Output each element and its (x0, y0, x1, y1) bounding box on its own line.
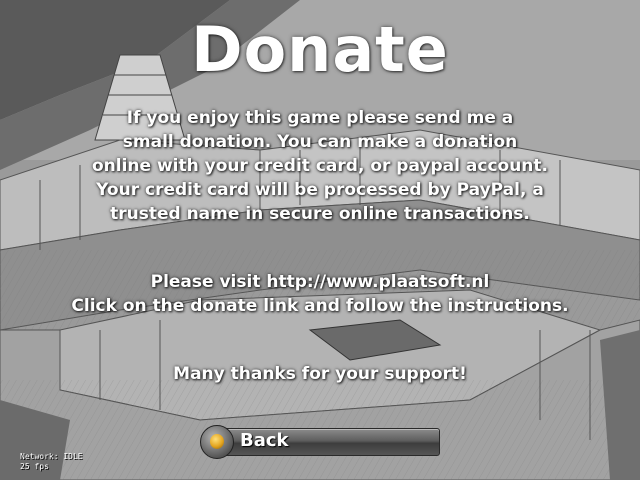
back-button[interactable]: Back (200, 425, 440, 459)
donation-intro-text: If you enjoy this game please send me a … (0, 106, 640, 226)
back-button-label[interactable]: Back (240, 429, 289, 453)
gold-orb-center (210, 434, 224, 449)
intro-line: Your credit card will be processed by Pa… (96, 180, 544, 200)
visit-instructions-text: Please visit http://www.plaatsoft.nl Cli… (0, 270, 640, 318)
fps-counter: 25 fps (20, 462, 49, 471)
thanks-line: Many thanks for your support! (173, 364, 467, 384)
visit-line: Please visit http://www.plaatsoft.nl (150, 272, 490, 292)
thanks-text: Many thanks for your support! (0, 362, 640, 386)
gold-orb-icon[interactable] (200, 425, 234, 459)
visit-line: Click on the donate link and follow the … (71, 296, 569, 316)
page-title: Donate (191, 13, 449, 86)
network-status: Network: IDLE (20, 452, 83, 461)
intro-line: small donation. You can make a donation (122, 132, 518, 152)
donate-screen: Donate If you enjoy this game please sen… (0, 0, 640, 480)
intro-line: online with your credit card, or paypal … (91, 156, 548, 176)
status-readout: Network: IDLE 25 fps (20, 452, 83, 472)
intro-line: trusted name in secure online transactio… (110, 204, 530, 224)
intro-line: If you enjoy this game please send me a (126, 108, 514, 128)
